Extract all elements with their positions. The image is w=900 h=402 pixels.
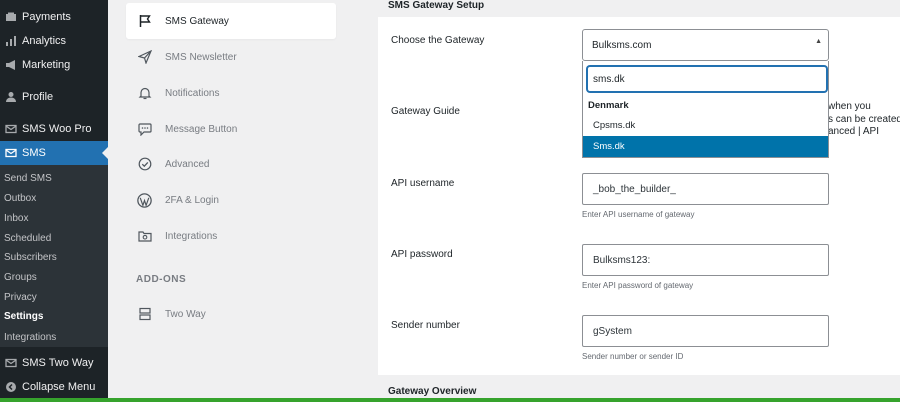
submenu-outbox[interactable]: Outbox [4,193,36,204]
nav-label: Integrations [165,230,218,242]
analytics-icon [4,35,17,48]
caret-up-icon: ▲ [815,38,822,45]
collapse-menu-button[interactable]: Collapse Menu [0,375,108,399]
menu-item-sms-two-way[interactable]: SMS Two Way [0,351,108,375]
menu-item-profile[interactable]: Profile [0,85,108,109]
sender-number-input[interactable]: gSystem [582,315,829,347]
payments-icon [4,11,17,24]
dropdown-group-label: Denmark [588,100,629,111]
guide-line[interactable]: anced | API [828,126,900,139]
menu-label: Marketing [22,59,71,71]
gateway-settings-panel: SMS Gateway Setup Choose the Gateway Bul… [378,0,900,402]
addons-heading: ADD-ONS [136,274,187,285]
nav-advanced[interactable]: Advanced [126,146,336,182]
sms-submenu: Send SMS Outbox Inbox Scheduled Subscrib… [0,165,108,347]
admin-sidebar: Payments Analytics Marketing Profile SMS… [0,0,108,402]
menu-item-payments[interactable]: Payments [0,5,108,29]
menu-item-sms[interactable]: SMS [0,141,108,165]
api-password-description: Enter API password of gateway [582,281,694,290]
menu-item-sms-woo-pro[interactable]: SMS Woo Pro [0,117,108,141]
submenu-scheduled[interactable]: Scheduled [4,233,51,244]
nav-label: 2FA & Login [165,194,219,206]
menu-label: SMS [22,147,46,159]
menu-label: SMS Woo Pro [22,123,92,135]
menu-label: Analytics [22,35,67,47]
submenu-subscribers[interactable]: Subscribers [4,252,57,263]
collapse-icon [4,381,17,394]
send-icon [137,50,152,65]
dropdown-option-highlighted[interactable]: Sms.dk [583,136,828,157]
api-username-input[interactable]: _bob_the_builder_ [582,173,829,205]
nav-label: Notifications [165,87,220,99]
guide-line: when you [828,101,871,112]
folder-gear-icon [137,229,152,244]
dropdown-option[interactable]: Cpsms.dk [583,115,828,136]
menu-label: Profile [22,91,54,103]
section-title: SMS Gateway Setup [378,0,900,17]
submenu-settings[interactable]: Settings [4,311,43,322]
api-password-input[interactable]: Bulksms123: [582,244,829,276]
menu-label: Payments [22,11,71,23]
columns-icon [137,307,152,322]
wordpress-icon [137,192,152,208]
api-password-label: API password [391,249,453,260]
sender-number-description: Sender number or sender ID [582,352,684,361]
gateway-guide-text: when you s can be created anced | API [828,101,900,139]
submenu-integrations[interactable]: Integrations [4,332,56,343]
submenu-privacy[interactable]: Privacy [4,292,37,303]
sms-icon [4,357,17,370]
submenu-send-sms[interactable]: Send SMS [4,173,52,184]
nav-two-way[interactable]: Two Way [126,296,336,332]
menu-item-marketing[interactable]: Marketing [0,53,108,77]
guide-line: s can be created [828,113,900,125]
gateway-dropdown: sms.dk Denmark Cpsms.dk Sms.dk [582,61,829,158]
profile-icon [4,91,17,104]
nav-2fa-login[interactable]: 2FA & Login [126,182,336,218]
nav-label: Advanced [165,158,210,170]
api-username-label: API username [391,178,455,189]
nav-label: Message Button [165,123,238,135]
nav-label: Two Way [165,308,206,320]
menu-label: Collapse Menu [22,381,96,393]
nav-sms-newsletter[interactable]: SMS Newsletter [126,39,336,75]
chat-icon [137,122,152,137]
marketing-icon [4,59,17,72]
settings-nav: SMS Gateway SMS Newsletter Notifications… [108,0,356,402]
api-username-description: Enter API username of gateway [582,210,695,219]
sender-number-label: Sender number [391,320,460,331]
bell-icon [137,86,152,101]
gateway-label: Choose the Gateway [391,35,485,46]
flag-icon [137,14,152,29]
gateway-search-input[interactable]: sms.dk [587,66,827,92]
nav-integrations[interactable]: Integrations [126,218,336,254]
gateway-guide-label: Gateway Guide [391,106,460,117]
nav-label: SMS Newsletter [165,51,237,63]
nav-label: SMS Gateway [165,15,229,27]
sms-icon [4,147,17,160]
nav-notifications[interactable]: Notifications [126,75,336,111]
submenu-inbox[interactable]: Inbox [4,213,28,224]
menu-label: SMS Two Way [22,357,94,369]
menu-item-analytics[interactable]: Analytics [0,29,108,53]
submenu-groups[interactable]: Groups [4,272,37,283]
bottom-accent-line [0,398,900,402]
nav-sms-gateway[interactable]: SMS Gateway [126,3,336,39]
nav-message-button[interactable]: Message Button [126,111,336,147]
sms-icon [4,123,17,136]
gateway-select[interactable]: Bulksms.com ▲ [582,29,829,61]
gateway-selected-value: Bulksms.com [592,39,652,51]
check-circle-icon [137,157,152,172]
